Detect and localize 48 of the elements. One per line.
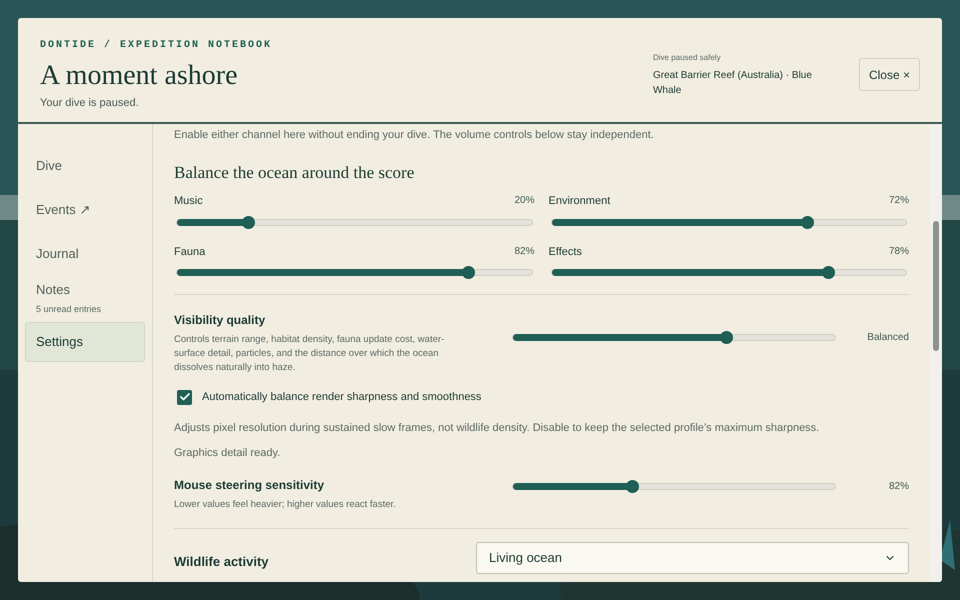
slider-reading: Balanced <box>867 331 909 345</box>
slider-track[interactable] <box>176 218 532 226</box>
slider-track[interactable] <box>512 482 836 490</box>
slider-thumb[interactable] <box>626 480 640 492</box>
setting-title: Mouse steering sensitivity <box>174 476 326 494</box>
help-text: Adjusts pixel resolution during sustained slow frames, not wildlife density. Disable to keep the selected profile’s maximum sharpness. <box>174 420 820 436</box>
slider-track[interactable] <box>512 334 836 341</box>
unread-count: 5 unread entries <box>36 303 102 316</box>
slider-reading: 72% <box>888 194 909 208</box>
checkbox-label: Automatically balance render sharpness and smoothness <box>202 390 482 405</box>
slider-thumb[interactable] <box>822 266 835 279</box>
slider-track[interactable] <box>176 269 532 276</box>
sidebar-item[interactable]: Settings <box>25 322 145 362</box>
page-title: A moment ashore <box>40 59 239 93</box>
setting-description: Controls terrain range, habitat density, fauna update cost, water-surface detail, particles, and the distance over which the ocean dissolves naturally into haze. <box>174 333 446 375</box>
scrollbar[interactable] <box>930 124 942 582</box>
setting-description: Lower values feel heavier; higher values react faster. <box>174 498 397 512</box>
sidebar-item[interactable]: Journal <box>25 234 145 274</box>
sidebar-item[interactable]: Events ↗ <box>25 190 145 230</box>
page-subtitle: Your dive is paused. <box>40 96 140 111</box>
slider-thumb[interactable] <box>462 266 475 279</box>
slider-reading: 78% <box>888 244 909 258</box>
slider-track[interactable] <box>550 218 907 226</box>
slider-reading: 20% <box>514 194 534 208</box>
slider-reading: 82% <box>888 480 909 494</box>
slider-label: Environment <box>548 194 610 209</box>
slider-label: Effects <box>548 244 582 260</box>
intro-text: Enable either channel here without ending your dive. The volume controls below stay independent. <box>174 128 655 143</box>
slider-reading: 82% <box>514 244 534 258</box>
setting-title: Visibility quality <box>174 312 266 329</box>
dropdown[interactable]: Living ocean <box>476 542 909 574</box>
close-button[interactable]: Close × <box>858 58 920 91</box>
setting-title: Wildlife activity <box>174 552 270 571</box>
slider-label: Music <box>174 194 203 209</box>
checkbox[interactable] <box>177 390 192 405</box>
sidebar-item[interactable]: Notes 5 unread entries <box>25 278 145 318</box>
slider-thumb[interactable] <box>800 216 814 228</box>
status-text: Graphics detail ready. <box>174 446 282 461</box>
section-heading: Balance the ocean around the score <box>174 162 416 184</box>
brand-eyebrow: DONTIDE / EXPEDITION NOTEBOOK <box>40 38 274 53</box>
slider-thumb[interactable] <box>720 331 733 344</box>
status-location: Great Barrier Reef (Australia) · Blue Whale <box>652 69 813 98</box>
slider-track[interactable] <box>550 269 907 276</box>
slider-thumb[interactable] <box>242 216 255 228</box>
sidebar-item[interactable]: Dive <box>25 146 145 186</box>
slider-label: Fauna <box>174 244 206 260</box>
status-label: Dive paused safely <box>652 52 722 64</box>
check-icon <box>178 391 190 404</box>
